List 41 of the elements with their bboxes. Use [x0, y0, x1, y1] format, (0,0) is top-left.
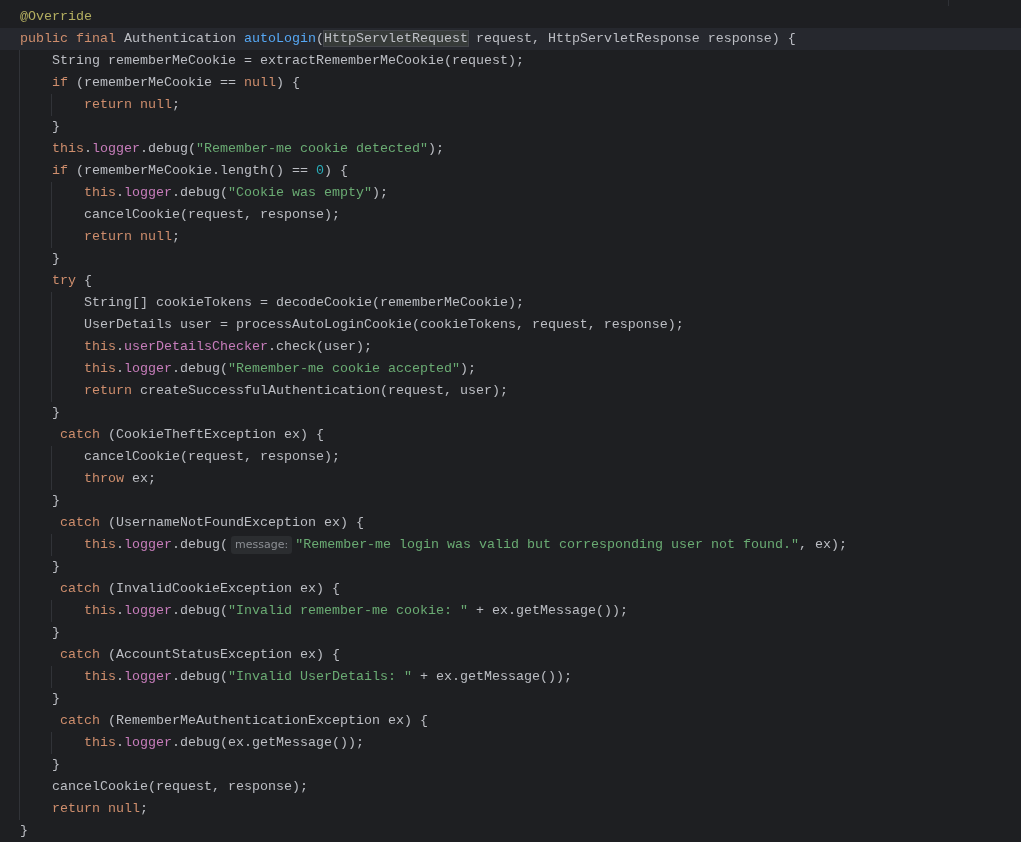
code-line: cancelCookie(request, response);	[51, 778, 308, 796]
code-line: }	[51, 118, 60, 136]
code-line: cancelCookie(request, response);	[83, 206, 340, 224]
code-line: catch (UsernameNotFoundException ex) {	[59, 514, 364, 532]
code-line: cancelCookie(request, response);	[83, 448, 340, 466]
code-line: this.logger.debug("Remember-me cookie detected");	[51, 140, 444, 158]
code-line: if (rememberMeCookie.length() == 0) {	[51, 162, 348, 180]
code-line: return createSuccessfulAuthentication(request, user);	[83, 382, 508, 400]
code-line: }	[51, 558, 60, 576]
code-line: throw ex;	[83, 470, 156, 488]
code-editor[interactable]	[0, 0, 1021, 842]
code-line: catch (InvalidCookieException ex) {	[59, 580, 340, 598]
code-line: "Remember-me login was valid but corresponding user not found.", ex);	[295, 536, 848, 554]
code-line: String rememberMeCookie = extractRememberMeCookie(request);	[51, 52, 524, 70]
inlay-hint: message:	[231, 536, 293, 554]
code-line: catch (CookieTheftException ex) {	[59, 426, 324, 444]
code-line: String[] cookieTokens = decodeCookie(rememberMeCookie);	[83, 294, 524, 312]
code-line: public final Authentication autoLogin(HttpServletRequest request, HttpServletResponse response) {	[20, 30, 796, 48]
code-line: }	[51, 756, 60, 774]
code-line: this.logger.debug("Cookie was empty");	[83, 184, 388, 202]
code-line: this.logger.debug("Remember-me cookie accepted");	[83, 360, 476, 378]
code-line: }	[20, 822, 28, 840]
code-line: }	[51, 250, 60, 268]
code-line: return null;	[51, 800, 148, 818]
code-line: this.logger.debug(ex.getMessage());	[83, 734, 364, 752]
code-line: this.logger.debug("Invalid remember-me cookie: " + ex.getMessage());	[83, 602, 628, 620]
code-line: try {	[51, 272, 92, 290]
code-line: UserDetails user = processAutoLoginCookie(cookieTokens, request, response);	[83, 316, 684, 334]
code-line: this.logger.debug("Invalid UserDetails: " + ex.getMessage());	[83, 668, 572, 686]
code-line: return null;	[83, 228, 180, 246]
code-line: }	[51, 404, 60, 422]
code-line: }	[51, 690, 60, 708]
code-line: @Override	[20, 8, 92, 26]
code-line: catch (AccountStatusException ex) {	[59, 646, 340, 664]
code-line: this.logger.debug(	[83, 536, 228, 554]
code-line: return null;	[83, 96, 180, 114]
code-line: catch (RememberMeAuthenticationException ex) {	[59, 712, 428, 730]
code-line: }	[51, 624, 60, 642]
code-line: this.userDetailsChecker.check(user);	[83, 338, 372, 356]
code-line: }	[51, 492, 60, 510]
code-line: if (rememberMeCookie == null) {	[51, 74, 300, 92]
